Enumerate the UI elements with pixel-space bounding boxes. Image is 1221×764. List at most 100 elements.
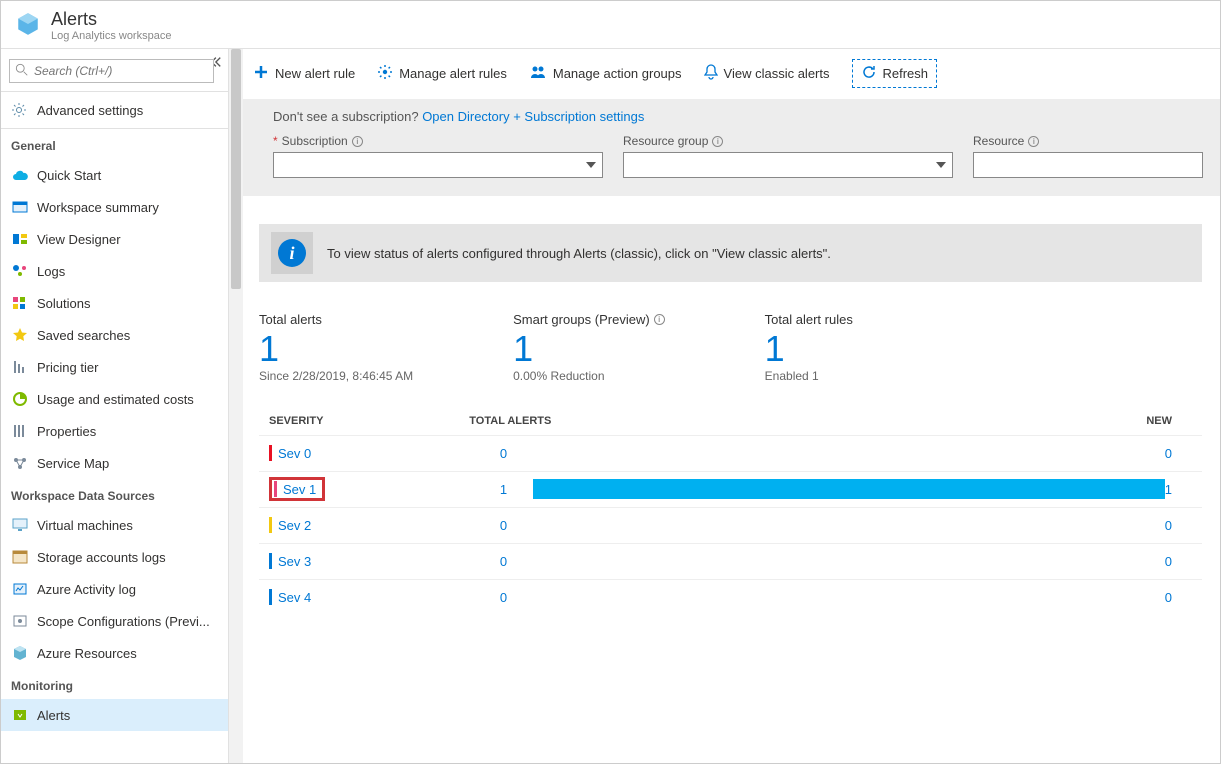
sidebar-item[interactable]: Solutions: [1, 287, 228, 319]
toolbar: New alert rule Manage alert rules Manage…: [229, 49, 1220, 99]
cube-icon: [15, 11, 41, 40]
logs-icon: [11, 263, 29, 279]
sidebar-item[interactable]: Virtual machines: [1, 509, 228, 541]
cloud-icon: [11, 167, 29, 183]
stat-smart-groups[interactable]: Smart groups (Preview) i 1 0.00% Reducti…: [513, 312, 665, 383]
severity-tick: [269, 589, 272, 605]
sidebar: Advanced settings General Quick Start Work…: [1, 49, 229, 763]
new-alert-rule-button[interactable]: New alert rule: [253, 64, 355, 83]
pricing-icon: [11, 359, 29, 375]
subscription-hint: Don't see a subscription? Open Directory…: [273, 109, 1202, 124]
nav-item-label: Storage accounts logs: [37, 550, 166, 565]
storage-icon: [11, 549, 29, 565]
sidebar-item[interactable]: Logs: [1, 255, 228, 287]
sidebar-item[interactable]: Pricing tier: [1, 351, 228, 383]
stat-total-alerts[interactable]: Total alerts 1 Since 2/28/2019, 8:46:45 …: [259, 312, 413, 383]
severity-link[interactable]: Sev 2: [278, 518, 311, 533]
new-value: 0: [1165, 554, 1192, 569]
table-row[interactable]: Sev 2 0 0: [259, 507, 1202, 543]
activity-icon: [11, 581, 29, 597]
table-row[interactable]: Sev 1 1 1: [259, 471, 1202, 507]
open-directory-link[interactable]: Open Directory + Subscription settings: [422, 109, 644, 124]
solutions-icon: [11, 295, 29, 311]
col-header-severity: Severity: [269, 415, 469, 427]
total-bar: [533, 443, 1164, 463]
total-bar: [533, 551, 1164, 571]
nav-item-label: Pricing tier: [37, 360, 98, 375]
nav-item-label: Quick Start: [37, 168, 101, 183]
total-value: 0: [473, 554, 533, 569]
severity-table: Severity Total Alerts New Sev 000Sev 111…: [259, 407, 1202, 615]
sidebar-item[interactable]: Azure Activity log: [1, 573, 228, 605]
star-icon: [11, 327, 29, 343]
info-icon[interactable]: i: [712, 136, 723, 147]
info-banner: i To view status of alerts configured th…: [259, 224, 1202, 282]
new-value: 1: [1165, 482, 1192, 497]
nav-section-title: Monitoring: [1, 669, 228, 699]
table-row[interactable]: Sev 0 0 0: [259, 435, 1202, 471]
advanced-settings-link[interactable]: Advanced settings: [1, 91, 228, 128]
sidebar-item[interactable]: View Designer: [1, 223, 228, 255]
nav-item-label: Properties: [37, 424, 96, 439]
sidebar-item[interactable]: Alerts: [1, 699, 228, 731]
nav-item-label: Azure Activity log: [37, 582, 136, 597]
total-value: 1: [473, 482, 533, 497]
subscription-select[interactable]: [273, 152, 603, 178]
info-banner-text: To view status of alerts configured thro…: [327, 246, 831, 261]
table-row[interactable]: Sev 400: [259, 579, 1202, 615]
sidebar-item[interactable]: Workspace summary: [1, 191, 228, 223]
table-row[interactable]: Sev 3 0 0: [259, 543, 1202, 579]
nav-section-title: General: [1, 129, 228, 159]
info-icon[interactable]: i: [654, 314, 665, 325]
nav-item-label: Solutions: [37, 296, 90, 311]
severity-link[interactable]: Sev 4: [278, 590, 311, 605]
info-icon: i: [271, 232, 313, 274]
total-value: 0: [473, 446, 533, 461]
severity-tick: [274, 481, 277, 497]
info-icon[interactable]: i: [352, 136, 363, 147]
severity-link[interactable]: Sev 1: [283, 482, 316, 497]
sidebar-item[interactable]: Azure Resources: [1, 637, 228, 669]
sidebar-item[interactable]: Properties: [1, 415, 228, 447]
new-value: 0: [1165, 446, 1192, 461]
sidebar-item[interactable]: Quick Start: [1, 159, 228, 191]
nav-item-label: Advanced settings: [37, 103, 143, 118]
resource-select[interactable]: [973, 152, 1203, 178]
alerts-icon: [11, 707, 29, 723]
bell-icon: [704, 64, 718, 83]
usage-icon: [11, 391, 29, 407]
search-input[interactable]: [9, 59, 214, 83]
new-value: 0: [1165, 518, 1192, 533]
nav-item-label: Virtual machines: [37, 518, 133, 533]
resource-group-select[interactable]: [623, 152, 953, 178]
severity-tick: [269, 517, 272, 533]
summary-icon: [11, 199, 29, 215]
sidebar-item[interactable]: Scope Configurations (Previ...: [1, 605, 228, 637]
nav-item-label: Usage and estimated costs: [37, 392, 194, 407]
main-content: New alert rule Manage alert rules Manage…: [229, 49, 1220, 763]
scrollbar[interactable]: [229, 49, 243, 763]
info-icon[interactable]: i: [1028, 136, 1039, 147]
search-icon: [15, 63, 29, 80]
sidebar-item[interactable]: Service Map: [1, 447, 228, 479]
total-value: 0: [473, 518, 533, 533]
severity-link[interactable]: Sev 3: [278, 554, 311, 569]
stat-total-rules[interactable]: Total alert rules 1 Enabled 1: [765, 312, 853, 383]
new-value: 0: [1165, 590, 1192, 605]
total-bar: [533, 587, 1164, 607]
refresh-icon: [861, 64, 877, 83]
chevron-down-icon: [586, 162, 596, 168]
refresh-button[interactable]: Refresh: [852, 59, 938, 88]
manage-alert-rules-button[interactable]: Manage alert rules: [377, 64, 507, 83]
gear-icon: [377, 64, 393, 83]
designer-icon: [11, 231, 29, 247]
sidebar-item[interactable]: Usage and estimated costs: [1, 383, 228, 415]
manage-action-groups-button[interactable]: Manage action groups: [529, 64, 682, 83]
sidebar-item[interactable]: Saved searches: [1, 319, 228, 351]
sidebar-item[interactable]: Storage accounts logs: [1, 541, 228, 573]
resources-icon: [11, 645, 29, 661]
view-classic-alerts-button[interactable]: View classic alerts: [704, 64, 830, 83]
severity-link[interactable]: Sev 0: [278, 446, 311, 461]
stats-row: Total alerts 1 Since 2/28/2019, 8:46:45 …: [229, 282, 1220, 393]
gear-icon: [11, 102, 29, 118]
